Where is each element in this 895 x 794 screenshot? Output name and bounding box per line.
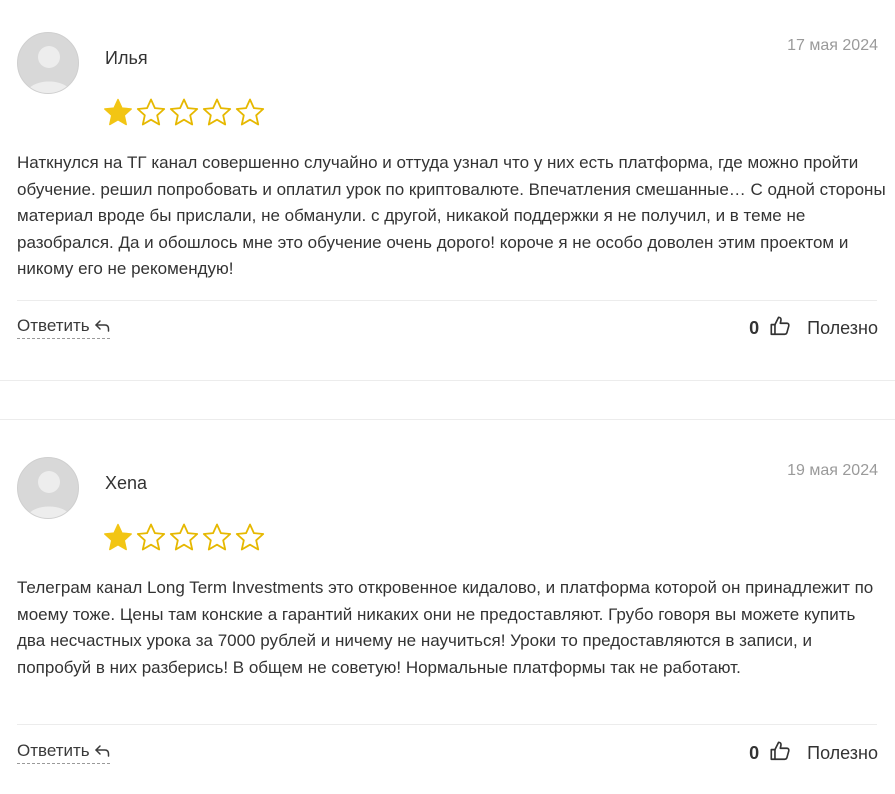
reply-button[interactable]: Ответить <box>17 741 110 764</box>
star-empty-icon <box>168 97 200 129</box>
thumbs-up-icon <box>770 741 790 761</box>
helpful-block: 0 Полезно <box>749 315 878 342</box>
default-user-icon <box>26 471 72 518</box>
review-author: Илья <box>105 48 148 68</box>
review-text: Наткнулся на ТГ канал совершенно случайн… <box>17 153 886 278</box>
star-empty-icon <box>201 522 233 554</box>
avatar <box>17 457 79 519</box>
like-button[interactable] <box>769 315 791 342</box>
divider <box>17 724 877 725</box>
reply-arrow-icon <box>94 745 109 757</box>
rating-stars <box>102 522 266 554</box>
review-date: 19 мая 2024 <box>787 462 878 479</box>
like-count: 0 <box>749 318 760 338</box>
star-filled-icon <box>102 97 134 129</box>
divider <box>17 300 877 301</box>
rating-stars <box>102 97 266 129</box>
review-separator <box>0 380 895 420</box>
avatar <box>17 32 79 94</box>
reply-arrow-icon <box>94 320 109 332</box>
star-empty-icon <box>135 97 167 129</box>
star-empty-icon <box>135 522 167 554</box>
like-count: 0 <box>749 743 760 763</box>
star-empty-icon <box>168 522 200 554</box>
star-empty-icon <box>234 97 266 129</box>
helpful-label: Полезно <box>807 318 878 338</box>
default-user-icon <box>26 46 72 93</box>
reply-button[interactable]: Ответить <box>17 316 110 339</box>
reply-label: Ответить <box>17 316 90 335</box>
thumbs-up-icon <box>770 316 790 336</box>
star-filled-icon <box>102 522 134 554</box>
review-date: 17 мая 2024 <box>787 37 878 54</box>
like-button[interactable] <box>769 740 791 767</box>
review-author: Xena <box>105 473 148 493</box>
star-empty-icon <box>201 97 233 129</box>
review-text: Телеграм канал Long Term Investments это… <box>17 578 874 677</box>
helpful-label: Полезно <box>807 743 878 763</box>
helpful-block: 0 Полезно <box>749 740 878 767</box>
star-empty-icon <box>234 522 266 554</box>
reply-label: Ответить <box>17 741 90 760</box>
